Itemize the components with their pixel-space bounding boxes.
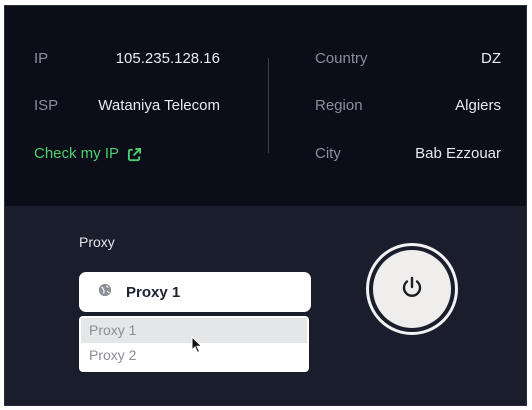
proxy-select-value: Proxy 1 (126, 283, 181, 301)
country-value: DZ (481, 50, 501, 67)
city-value: Bab Ezzouar (415, 145, 501, 162)
city-label: City (315, 145, 341, 162)
proxy-label: Proxy (79, 234, 115, 250)
ip-info-panel: IP 105.235.128.16 ISP Wataniya Telecom C… (5, 6, 526, 206)
power-icon (400, 275, 424, 304)
mouse-cursor-icon (191, 335, 203, 359)
globe-icon (98, 283, 112, 302)
proxy-select[interactable]: Proxy 1 (79, 272, 311, 312)
isp-label: ISP (34, 97, 59, 114)
power-button-ring (366, 243, 458, 335)
isp-value: Wataniya Telecom (98, 97, 220, 114)
ip-label: IP (34, 50, 49, 67)
info-divider (268, 58, 269, 153)
ip-value: 105.235.128.16 (115, 50, 220, 67)
external-link-icon (127, 147, 142, 162)
region-label: Region (315, 97, 363, 114)
app-window: IP 105.235.128.16 ISP Wataniya Telecom C… (4, 5, 527, 406)
region-value: Algiers (455, 97, 501, 114)
country-label: Country (315, 50, 368, 67)
check-my-ip-link[interactable]: Check my IP (34, 144, 142, 164)
power-button[interactable] (373, 250, 451, 328)
check-my-ip-label: Check my IP (34, 145, 120, 162)
